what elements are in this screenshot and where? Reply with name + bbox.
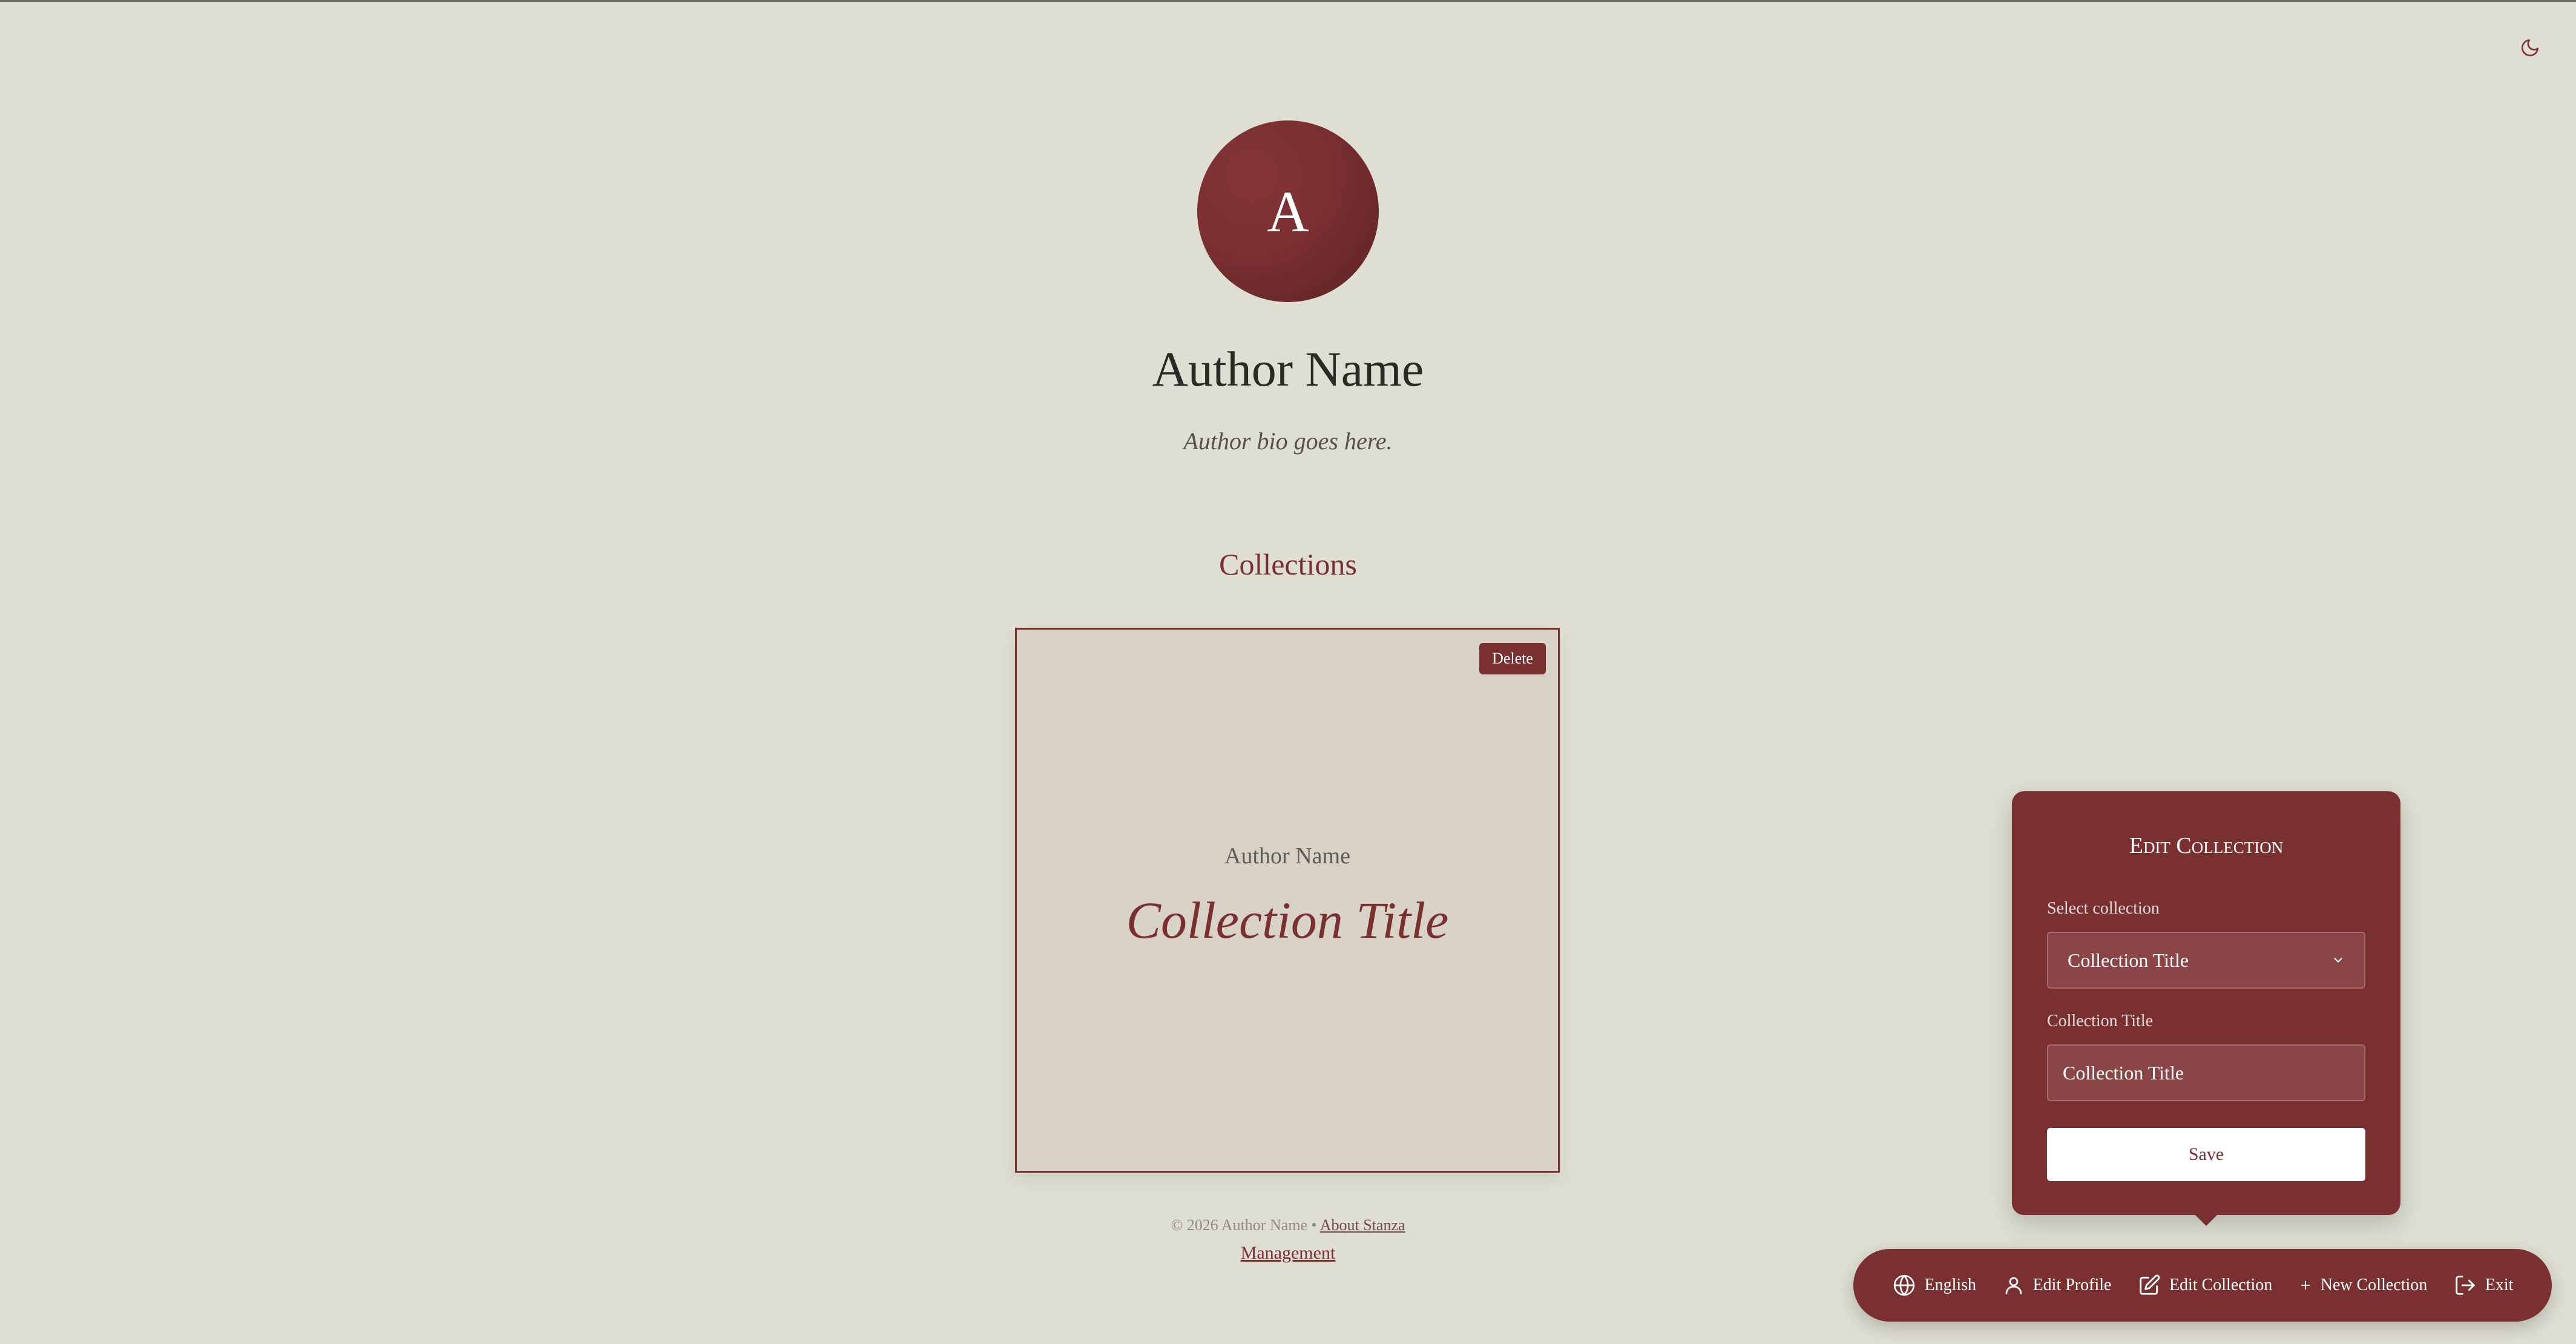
edit-collection-label: Edit Collection xyxy=(2169,1276,2273,1294)
new-collection-label: New Collection xyxy=(2320,1276,2428,1294)
collection-title-input-value: Collection Title xyxy=(2063,1061,2184,1084)
collection-title-label: Collection Title xyxy=(2047,1012,2154,1030)
admin-toolbar: English Edit Profile Edit Collection New… xyxy=(1853,1249,2552,1322)
new-collection-button[interactable]: New Collection xyxy=(2299,1276,2428,1295)
author-name: Author Name xyxy=(1152,341,1424,397)
collection-card-author: Author Name xyxy=(1224,843,1350,869)
collection-select-value: Collection Title xyxy=(2068,949,2189,971)
delete-button[interactable]: Delete xyxy=(1479,643,1546,674)
language-button[interactable]: English xyxy=(1892,1273,1977,1297)
logout-icon xyxy=(2456,1276,2475,1295)
about-stanza-link[interactable]: About Stanza xyxy=(1320,1216,1405,1234)
management-link[interactable]: Management xyxy=(1241,1243,1336,1263)
save-button[interactable]: Save xyxy=(2047,1128,2365,1181)
chevron-down-icon xyxy=(2334,958,2342,963)
plus-icon xyxy=(2301,1280,2310,1290)
collections-heading: Collections xyxy=(1219,547,1357,581)
edit-profile-label: Edit Profile xyxy=(2032,1276,2112,1294)
theme-toggle-button[interactable] xyxy=(2515,33,2545,62)
edit-collection-panel: Edit Collection Select collection Collec… xyxy=(2012,791,2400,1226)
footer-copyright-line: © 2026 Author Name • About Stanza xyxy=(0,1216,2576,1234)
collection-title-input[interactable]: Collection Title xyxy=(2047,1044,2365,1101)
edit-collection-button[interactable]: Edit Collection xyxy=(2138,1274,2272,1297)
collection-card[interactable]: Delete Author Name Collection Title xyxy=(1015,628,1560,1173)
globe-icon xyxy=(1893,1274,1914,1296)
exit-button[interactable]: Exit xyxy=(2454,1274,2514,1297)
footer-copyright: © 2026 Author Name • xyxy=(1171,1216,1317,1234)
avatar: A xyxy=(1197,120,1379,302)
edit-profile-button[interactable]: Edit Profile xyxy=(2003,1274,2112,1296)
moon-icon xyxy=(2522,39,2539,56)
author-bio: Author bio goes here. xyxy=(1183,427,1393,455)
avatar-initial: A xyxy=(1267,179,1309,244)
user-icon xyxy=(2005,1277,2022,1294)
collection-card-title: Collection Title xyxy=(1126,891,1449,949)
edit-icon xyxy=(2140,1274,2160,1295)
select-collection-label: Select collection xyxy=(2047,899,2160,918)
exit-label: Exit xyxy=(2485,1276,2514,1294)
edit-panel-title: Edit Collection xyxy=(2129,833,2284,858)
language-label: English xyxy=(1924,1276,1977,1294)
collection-select[interactable]: Collection Title xyxy=(2047,932,2365,989)
